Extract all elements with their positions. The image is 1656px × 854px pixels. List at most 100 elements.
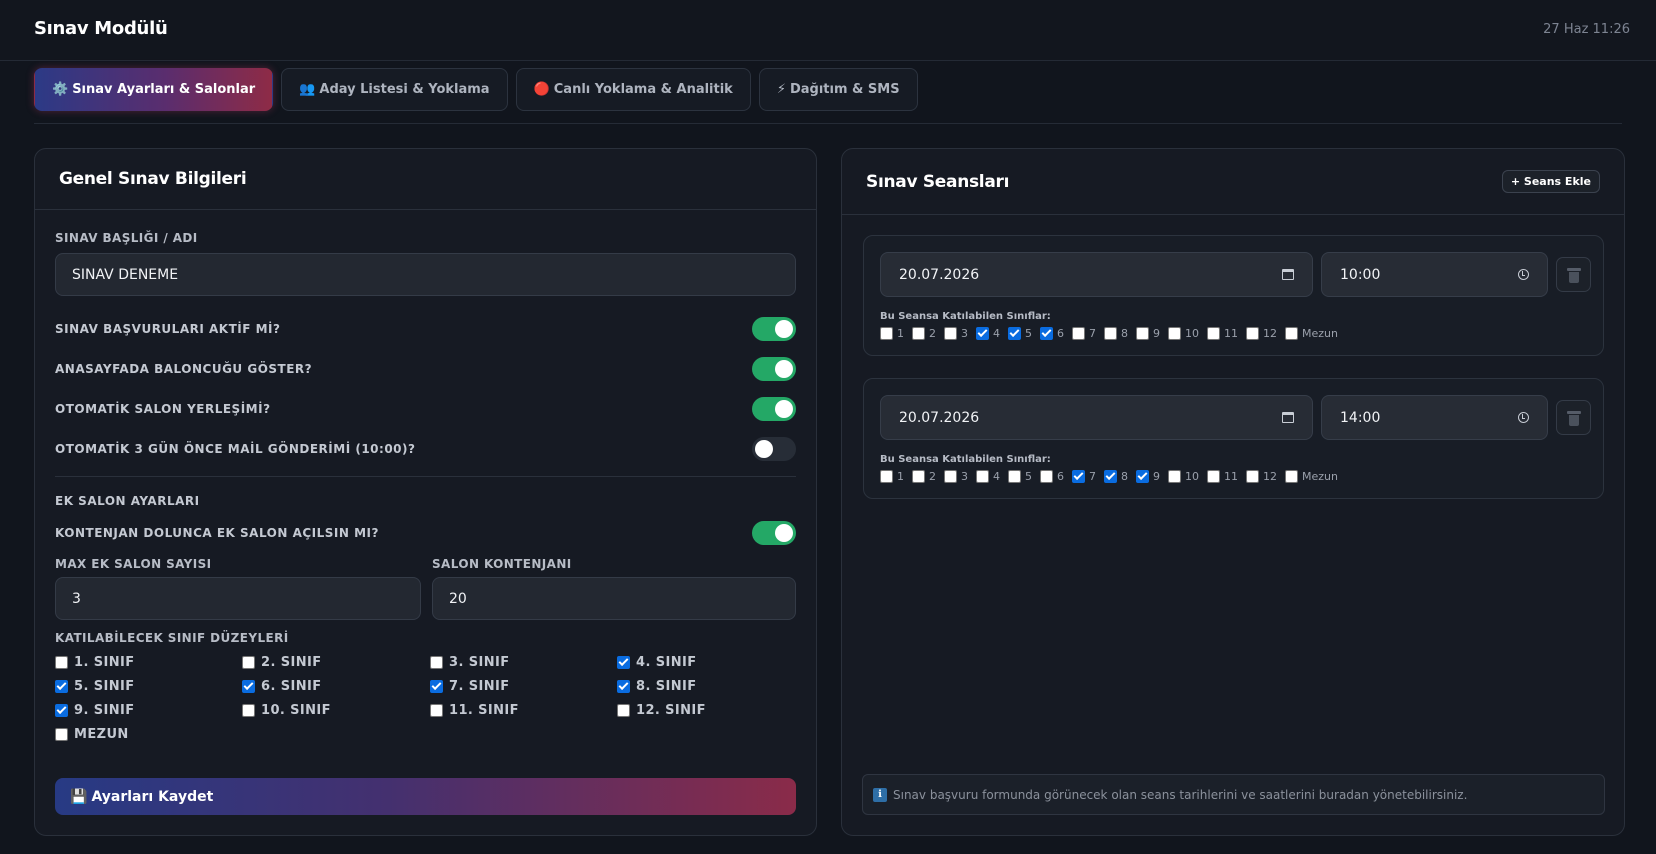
session-grade-3[interactable]: 3 [944, 470, 968, 483]
delete-session-button[interactable] [1556, 257, 1591, 292]
clock-icon[interactable] [1518, 269, 1529, 280]
clock-icon[interactable] [1518, 412, 1529, 423]
session-grade-5[interactable]: 5 [1008, 327, 1032, 340]
checkbox[interactable] [912, 470, 925, 483]
session-time-input[interactable]: 14:00 [1321, 395, 1548, 440]
session-grade-10[interactable]: 10 [1168, 470, 1199, 483]
grade-checkbox-9[interactable]: 9. SINIF [55, 703, 135, 718]
checkbox[interactable] [1104, 470, 1117, 483]
save-settings-button[interactable]: 💾 Ayarları Kaydet [55, 778, 796, 815]
session-date-input[interactable]: 20.07.2026 [880, 395, 1313, 440]
tab-exam-settings[interactable]: ⚙️ Sınav Ayarları & Salonlar [34, 68, 274, 111]
checkbox[interactable] [430, 656, 443, 669]
session-grade-8[interactable]: 8 [1104, 470, 1128, 483]
checkbox[interactable] [242, 704, 255, 717]
extra-room-toggle[interactable] [752, 521, 796, 545]
grade-checkbox-4[interactable]: 4. SINIF [617, 655, 697, 670]
session-grade-graduate[interactable]: Mezun [1285, 327, 1338, 340]
grade-checkbox-7[interactable]: 7. SINIF [430, 679, 510, 694]
checkbox[interactable] [1285, 470, 1298, 483]
session-grade-8[interactable]: 8 [1104, 327, 1128, 340]
session-grade-2[interactable]: 2 [912, 327, 936, 340]
delete-session-button[interactable] [1556, 400, 1591, 435]
checkbox[interactable] [880, 470, 893, 483]
session-grade-1[interactable]: 1 [880, 470, 904, 483]
calendar-icon[interactable] [1282, 269, 1294, 280]
checkbox[interactable] [944, 327, 957, 340]
session-grade-11[interactable]: 11 [1207, 470, 1238, 483]
session-grade-9[interactable]: 9 [1136, 470, 1160, 483]
grade-checkbox-10[interactable]: 10. SINIF [242, 703, 331, 718]
max-extra-input[interactable]: 3 [55, 577, 421, 620]
checkbox[interactable] [944, 470, 957, 483]
checkbox[interactable] [617, 704, 630, 717]
checkbox[interactable] [242, 656, 255, 669]
tab-live-attendance[interactable]: 🔴 Canlı Yoklama & Analitik [515, 68, 751, 111]
grade-checkbox-12[interactable]: 12. SINIF [617, 703, 706, 718]
session-grade-7[interactable]: 7 [1072, 327, 1096, 340]
calendar-icon[interactable] [1282, 412, 1294, 423]
checkbox[interactable] [1207, 327, 1220, 340]
applications-active-toggle[interactable] [752, 317, 796, 341]
session-date-input[interactable]: 20.07.2026 [880, 252, 1313, 297]
session-grade-6[interactable]: 6 [1040, 327, 1064, 340]
checkbox[interactable] [1104, 327, 1117, 340]
grade-checkbox-3[interactable]: 3. SINIF [430, 655, 510, 670]
checkbox[interactable] [912, 327, 925, 340]
checkbox[interactable] [1040, 470, 1053, 483]
checkbox[interactable] [617, 680, 630, 693]
checkbox[interactable] [880, 327, 893, 340]
grade-checkbox-6[interactable]: 6. SINIF [242, 679, 322, 694]
checkbox[interactable] [55, 656, 68, 669]
checkbox[interactable] [1246, 327, 1259, 340]
add-session-button[interactable]: + Seans Ekle [1501, 170, 1600, 193]
checkbox[interactable] [1168, 327, 1181, 340]
auto-mail-toggle[interactable] [752, 437, 796, 461]
session-grade-6[interactable]: 6 [1040, 470, 1064, 483]
checkbox[interactable] [55, 728, 68, 741]
session-time-input[interactable]: 10:00 [1321, 252, 1548, 297]
session-grade-4[interactable]: 4 [976, 327, 1000, 340]
checkbox[interactable] [1136, 470, 1149, 483]
session-grade-3[interactable]: 3 [944, 327, 968, 340]
grade-checkbox-8[interactable]: 8. SINIF [617, 679, 697, 694]
checkbox[interactable] [1008, 327, 1021, 340]
session-grade-4[interactable]: 4 [976, 470, 1000, 483]
checkbox[interactable] [1207, 470, 1220, 483]
session-grade-12[interactable]: 12 [1246, 470, 1277, 483]
checkbox[interactable] [1246, 470, 1259, 483]
session-grade-11[interactable]: 11 [1207, 327, 1238, 340]
session-grade-graduate[interactable]: Mezun [1285, 470, 1338, 483]
checkbox[interactable] [976, 470, 989, 483]
grade-checkbox-2[interactable]: 2. SINIF [242, 655, 322, 670]
capacity-input[interactable]: 20 [432, 577, 796, 620]
auto-room-toggle[interactable] [752, 397, 796, 421]
checkbox[interactable] [430, 680, 443, 693]
session-grade-7[interactable]: 7 [1072, 470, 1096, 483]
checkbox[interactable] [1168, 470, 1181, 483]
checkbox[interactable] [1040, 327, 1053, 340]
grade-checkbox-11[interactable]: 11. SINIF [430, 703, 519, 718]
tab-candidate-list[interactable]: 👥 Aday Listesi & Yoklama [281, 68, 508, 111]
grade-checkbox-1[interactable]: 1. SINIF [55, 655, 135, 670]
tab-distribution-sms[interactable]: ⚡ Dağıtım & SMS [758, 68, 918, 111]
session-grade-2[interactable]: 2 [912, 470, 936, 483]
checkbox[interactable] [976, 327, 989, 340]
exam-title-input[interactable]: SINAV DENEME [55, 253, 796, 296]
session-grade-5[interactable]: 5 [1008, 470, 1032, 483]
session-grade-9[interactable]: 9 [1136, 327, 1160, 340]
checkbox[interactable] [55, 680, 68, 693]
grade-checkbox-5[interactable]: 5. SINIF [55, 679, 135, 694]
session-grade-1[interactable]: 1 [880, 327, 904, 340]
checkbox[interactable] [1285, 327, 1298, 340]
checkbox[interactable] [1072, 327, 1085, 340]
show-bubble-toggle[interactable] [752, 357, 796, 381]
checkbox[interactable] [430, 704, 443, 717]
grade-checkbox-graduate[interactable]: MEZUN [55, 727, 129, 742]
session-grade-12[interactable]: 12 [1246, 327, 1277, 340]
session-grade-10[interactable]: 10 [1168, 327, 1199, 340]
checkbox[interactable] [1008, 470, 1021, 483]
checkbox[interactable] [617, 656, 630, 669]
checkbox[interactable] [55, 704, 68, 717]
checkbox[interactable] [1072, 470, 1085, 483]
